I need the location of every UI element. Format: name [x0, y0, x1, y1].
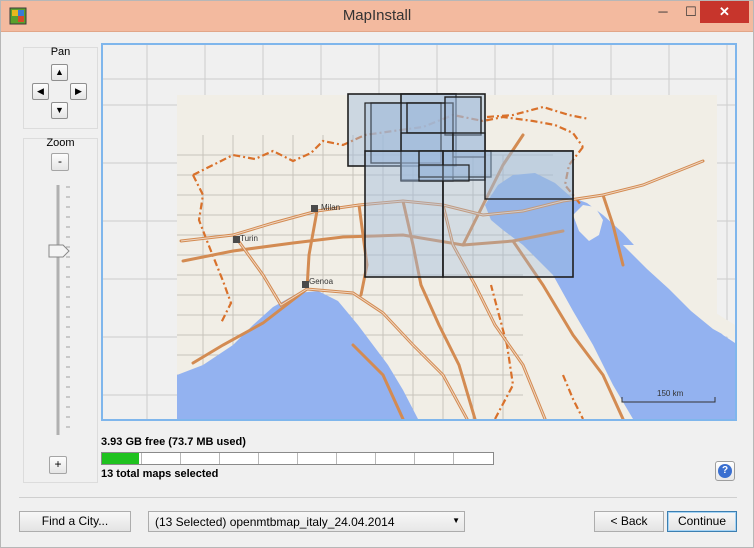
city-label-turin: Turin — [240, 234, 258, 243]
pan-right-button[interactable]: ▶ — [70, 83, 87, 100]
map-tile-13[interactable] — [364, 102, 402, 152]
footer-separator — [19, 497, 737, 498]
zoom-in-button[interactable]: + — [49, 456, 67, 474]
chevron-down-icon: ▼ — [452, 516, 460, 525]
mapinstall-window: MapInstall ─ ☐ ✕ Pan ▲ ◀ ▶ ▼ Zoom - + Mi… — [0, 0, 754, 548]
scale-label: 150 km — [657, 389, 684, 398]
title-bar[interactable]: MapInstall ─ ☐ ✕ — [1, 1, 753, 32]
map-canvas[interactable]: Milan Turin Genoa 150 km — [103, 45, 735, 419]
city-marker-turin — [233, 236, 240, 243]
city-marker-milan — [311, 205, 318, 212]
map-view[interactable]: Milan Turin Genoa 150 km — [101, 43, 737, 421]
continue-button[interactable]: Continue — [667, 511, 737, 532]
storage-progress-bar — [101, 452, 494, 465]
map-selection-dropdown[interactable]: (13 Selected) openmtbmap_italy_24.04.201… — [148, 511, 465, 532]
map-tile-5[interactable] — [444, 96, 482, 136]
maps-selected-text: 13 total maps selected — [101, 468, 219, 480]
zoom-slider[interactable] — [44, 183, 74, 439]
city-label-milan: Milan — [321, 203, 340, 212]
storage-progress-fill — [102, 453, 139, 464]
pan-label: Pan — [50, 46, 71, 58]
minimize-button[interactable]: ─ — [649, 1, 677, 23]
free-space-text: 3.93 GB free (73.7 MB used) — [101, 436, 246, 448]
zoom-slider-ticks — [66, 186, 70, 428]
window-title: MapInstall — [342, 7, 412, 24]
pan-left-button[interactable]: ◀ — [32, 83, 49, 100]
map-tile-11[interactable] — [484, 150, 574, 200]
map-tile-12[interactable] — [418, 164, 470, 182]
pan-up-button[interactable]: ▲ — [51, 64, 68, 81]
help-icon: ? — [718, 464, 732, 478]
zoom-group: Zoom - + — [23, 137, 98, 483]
pan-group: Pan ▲ ◀ ▶ ▼ — [23, 46, 98, 129]
close-button[interactable]: ✕ — [700, 1, 749, 23]
city-marker-genoa — [302, 281, 309, 288]
city-label-genoa: Genoa — [309, 277, 334, 286]
map-selection-value: (13 Selected) openmtbmap_italy_24.04.201… — [155, 515, 395, 529]
pan-down-button[interactable]: ▼ — [51, 102, 68, 119]
back-button[interactable]: < Back — [594, 511, 664, 532]
help-button[interactable]: ? — [715, 461, 735, 481]
find-city-button[interactable]: Find a City... — [19, 511, 131, 532]
zoom-out-button[interactable]: - — [51, 153, 69, 171]
zoom-label: Zoom — [46, 137, 75, 149]
